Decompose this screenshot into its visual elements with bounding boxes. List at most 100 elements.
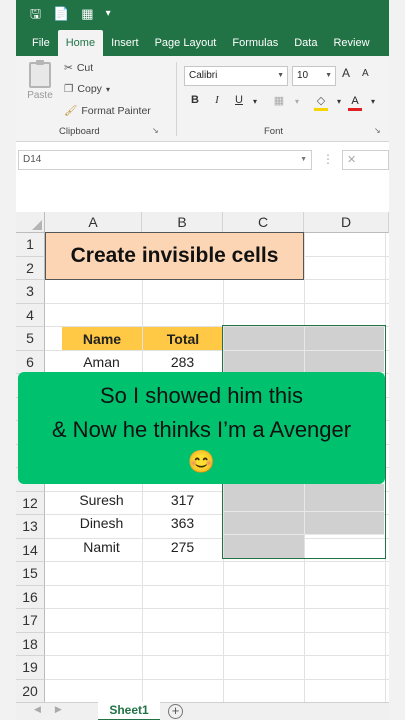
column-header-c[interactable]: C: [223, 212, 304, 233]
fill-color-icon[interactable]: ◇: [314, 94, 328, 111]
tab-review[interactable]: Review: [325, 30, 377, 56]
customize-qat-icon[interactable]: ▾: [106, 0, 111, 28]
left-margin: [0, 0, 16, 720]
font-name-select[interactable]: Calibri ▼: [184, 66, 288, 86]
clipboard-icon: [29, 60, 51, 88]
header-cell-name[interactable]: Name: [62, 327, 142, 350]
row-header[interactable]: 13: [16, 515, 45, 539]
format-painter-button[interactable]: 🖌 Format Painter: [64, 104, 151, 118]
ribbon-home: Paste ✂ Cut ❐ Copy ▾ 🖌 Format Painter Cl…: [16, 56, 389, 142]
cell-total[interactable]: 283: [142, 350, 223, 373]
copy-label: Copy: [77, 83, 102, 95]
chevron-down-icon[interactable]: ▾: [332, 97, 346, 106]
row-header[interactable]: 6: [16, 350, 45, 374]
title-cell[interactable]: Create invisible cells: [45, 232, 304, 280]
cancel-entry-button[interactable]: ✕: [342, 150, 389, 170]
clipboard-group-label: Clipboard: [59, 126, 100, 137]
row-header[interactable]: 4: [16, 303, 45, 327]
group-divider: [176, 62, 177, 136]
chevron-down-icon[interactable]: ▾: [290, 97, 304, 106]
cell-total[interactable]: 317: [142, 488, 223, 511]
cell-name[interactable]: Suresh: [61, 488, 142, 511]
dialog-launcher-icon[interactable]: ↘: [152, 126, 159, 135]
chevron-down-icon[interactable]: ▾: [366, 97, 380, 106]
paste-button[interactable]: Paste: [26, 60, 54, 101]
excel-window: 🖫 📄 ▦ ▾ File Home Insert Page Layout For…: [16, 0, 389, 720]
cell-total[interactable]: 275: [142, 535, 223, 558]
scissors-icon: ✂: [64, 62, 73, 74]
more-icon: ⋮: [322, 152, 334, 166]
sheet-nav-arrows[interactable]: ◀▶: [34, 704, 76, 715]
column-header-b[interactable]: B: [142, 212, 223, 233]
font-size-select[interactable]: 10 ▼: [292, 66, 336, 86]
shrink-font-button[interactable]: A: [362, 68, 369, 79]
select-all-button[interactable]: [16, 212, 45, 233]
gridline: [45, 584, 389, 586]
caption-banner: So I showed him this & Now he thinks I’m…: [18, 372, 385, 484]
save-icon[interactable]: 🖫: [30, 0, 41, 28]
copy-icon: ❐: [64, 83, 74, 95]
tab-home[interactable]: Home: [57, 30, 104, 56]
cell-total[interactable]: 363: [142, 511, 223, 534]
underline-button[interactable]: U: [232, 94, 246, 106]
tab-insert[interactable]: Insert: [103, 30, 147, 56]
smiley-emoji-icon: 😊: [187, 449, 216, 474]
dialog-launcher-icon[interactable]: ↘: [374, 126, 381, 135]
bold-button[interactable]: B: [188, 94, 202, 106]
right-margin: [389, 0, 405, 720]
gridline: [45, 655, 389, 656]
row-header[interactable]: 14: [16, 538, 45, 562]
header-cell-total[interactable]: Total: [143, 327, 223, 350]
gridline: [45, 631, 389, 633]
gridline: [45, 678, 389, 680]
cell-name[interactable]: Namit: [61, 535, 142, 558]
chevron-down-icon: ▾: [105, 84, 110, 94]
quick-access-toolbar: 🖫 📄 ▦ ▾: [16, 0, 389, 28]
tab-data[interactable]: Data: [286, 30, 325, 56]
name-box[interactable]: D14 ▼: [18, 150, 312, 170]
print-preview-icon[interactable]: 📄: [53, 0, 69, 28]
chevron-down-icon[interactable]: ▾: [248, 97, 262, 106]
font-group-label: Font: [264, 126, 284, 137]
row-header[interactable]: 1: [16, 233, 45, 257]
column-header-d[interactable]: D: [304, 212, 389, 233]
grow-font-button[interactable]: A: [342, 66, 350, 80]
format-painter-label: Format Painter: [81, 104, 151, 117]
cut-button[interactable]: ✂ Cut: [64, 62, 93, 74]
sheet-tab-active[interactable]: Sheet1: [98, 702, 160, 720]
column-header-a[interactable]: A: [45, 212, 142, 233]
gridline: [45, 608, 389, 609]
table-icon[interactable]: ▦: [81, 0, 93, 28]
row-header[interactable]: 5: [16, 327, 45, 351]
row-header[interactable]: 12: [16, 491, 45, 515]
caption-line-2: & Now he thinks I’m a Avenger: [51, 417, 352, 442]
cell-name[interactable]: Dinesh: [61, 511, 142, 534]
tab-formulas[interactable]: Formulas: [224, 30, 286, 56]
copy-button[interactable]: ❐ Copy ▾: [64, 83, 110, 95]
row-header[interactable]: 18: [16, 632, 45, 656]
name-box-value: D14: [23, 154, 42, 165]
row-header[interactable]: 2: [16, 256, 45, 280]
row-header[interactable]: 16: [16, 585, 45, 609]
chevron-down-icon: ▼: [300, 156, 307, 163]
add-sheet-button[interactable]: +: [168, 704, 183, 719]
paintbrush-icon: 🖌: [64, 105, 78, 117]
row-header[interactable]: 20: [16, 679, 45, 703]
cell-name[interactable]: Aman: [61, 350, 142, 373]
row-header[interactable]: 19: [16, 656, 45, 680]
tab-file[interactable]: File: [24, 30, 58, 56]
font-color-button[interactable]: A: [348, 94, 362, 111]
caption-line-1: So I showed him this: [100, 383, 303, 408]
row-header[interactable]: 17: [16, 609, 45, 633]
italic-button[interactable]: I: [210, 94, 224, 106]
paste-label: Paste: [27, 90, 53, 101]
row-header[interactable]: 15: [16, 562, 45, 586]
row-header[interactable]: 3: [16, 280, 45, 304]
gridline: [45, 302, 389, 304]
tab-page-layout[interactable]: Page Layout: [147, 30, 225, 56]
borders-icon[interactable]: ▦: [272, 94, 286, 107]
sheet-tab-bar: ◀▶ Sheet1 +: [16, 702, 389, 720]
close-icon: ✕: [347, 154, 357, 166]
chevron-down-icon: ▼: [277, 72, 284, 79]
font-name-value: Calibri: [189, 70, 218, 81]
